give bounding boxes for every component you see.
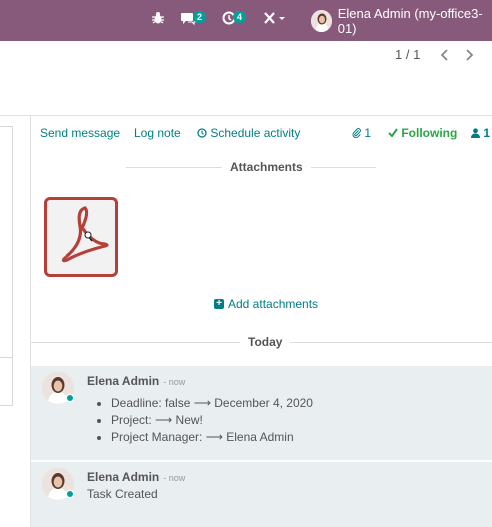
user-menu[interactable]: Elena Admin (my-office3-01) xyxy=(311,0,492,41)
add-attachments-button[interactable]: + Add attachments xyxy=(214,297,318,311)
attachments-button[interactable]: 1 xyxy=(352,126,371,140)
activities-menu-button[interactable]: 4 xyxy=(222,0,247,41)
top-navbar: 2 4 Elena Admin (my-office3-01) xyxy=(0,0,492,41)
plus-square-icon: + xyxy=(214,299,224,309)
following-label: Following xyxy=(401,126,458,140)
bug-icon xyxy=(151,11,165,30)
messaging-menu-button[interactable]: 2 xyxy=(181,0,207,41)
author-name: Elena Admin xyxy=(87,470,160,484)
paperclip-icon xyxy=(352,128,361,139)
tracking-values: Deadline: false ⟶ December 4, 2020 Proje… xyxy=(111,396,313,447)
follower-count: 1 xyxy=(483,126,491,140)
add-attachments-label: Add attachments xyxy=(228,297,319,311)
message-item: Elena Admin - now Task Created xyxy=(31,462,492,527)
message-author[interactable]: Elena Admin - now xyxy=(87,470,185,484)
tracking-value-item: Project: ⟶ New! xyxy=(111,413,313,427)
messages-badge: 2 xyxy=(193,10,207,23)
user-name: Elena Admin (my-office3-01) xyxy=(337,5,483,36)
tracking-value-item: Project Manager: ⟶ Elena Admin xyxy=(111,430,313,444)
schedule-activity-label: Schedule activity xyxy=(210,126,301,140)
author-name: Elena Admin xyxy=(87,374,160,388)
user-icon xyxy=(471,128,480,138)
activities-badge: 4 xyxy=(233,10,247,23)
schedule-activity-button[interactable]: Schedule activity xyxy=(197,126,300,140)
attachment-count: 1 xyxy=(364,126,372,140)
attachments-heading: Attachments xyxy=(222,160,311,174)
pager-next-button[interactable] xyxy=(464,45,474,67)
pager-previous-button[interactable] xyxy=(440,45,450,67)
log-note-button[interactable]: Log note xyxy=(134,126,181,140)
message-item: Elena Admin- now Deadline: false ⟶ Decem… xyxy=(31,366,492,460)
tools-icon xyxy=(263,11,285,30)
chevron-left-icon xyxy=(440,49,448,61)
message-date: - now xyxy=(163,473,186,483)
followers-button[interactable]: 1 xyxy=(471,126,490,140)
online-status-icon xyxy=(66,490,74,498)
pager-value[interactable]: 1 / 1 xyxy=(395,47,420,62)
following-button[interactable]: Following xyxy=(388,126,457,140)
user-avatar xyxy=(311,9,332,32)
tools-menu-button[interactable] xyxy=(263,0,285,41)
chevron-right-icon xyxy=(466,49,474,61)
chatter: Send message Log note Schedule activity … xyxy=(30,116,492,527)
message-date: - now xyxy=(163,377,186,387)
debug-button[interactable] xyxy=(151,0,165,41)
form-sheet-edge xyxy=(0,126,13,406)
message-author[interactable]: Elena Admin - now xyxy=(87,374,185,388)
pdf-attachment[interactable] xyxy=(44,197,118,277)
clock-icon xyxy=(197,128,207,138)
send-message-button[interactable]: Send message xyxy=(40,126,120,140)
online-status-icon xyxy=(66,394,74,402)
message-body: Task Created xyxy=(87,487,158,501)
today-heading: Today xyxy=(240,335,291,349)
pdf-icon xyxy=(61,206,109,263)
check-icon xyxy=(388,128,398,138)
tracking-value-item: Deadline: false ⟶ December 4, 2020 xyxy=(111,396,313,410)
